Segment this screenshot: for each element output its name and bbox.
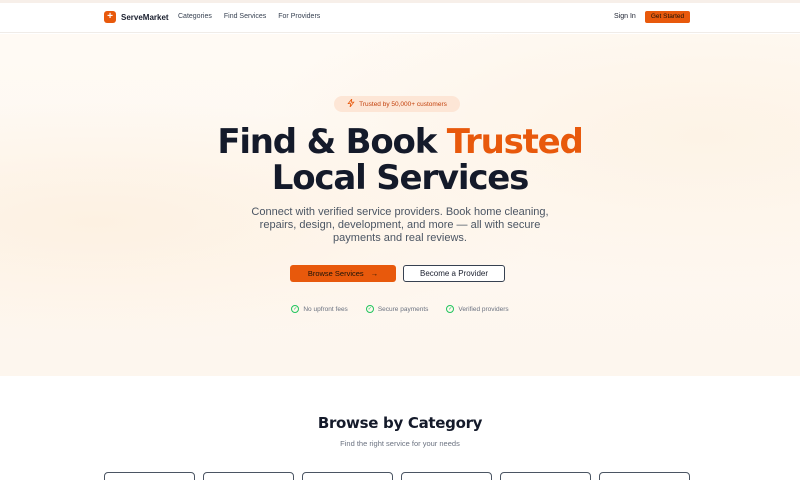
logo-icon: +: [104, 11, 116, 23]
category-card[interactable]: [401, 472, 492, 480]
brand-logo-link[interactable]: + ServeMarket: [104, 11, 169, 23]
categories-title: Browse by Category: [317, 414, 483, 432]
arrow-right-icon: →: [370, 269, 379, 278]
categories-subtitle: Find the right service for your needs: [340, 439, 460, 448]
become-provider-button[interactable]: Become a Provider: [403, 265, 505, 282]
trust-item-no-fees: ✓ No upfront fees: [291, 305, 348, 313]
headline-part-1: Find & Book: [217, 122, 447, 162]
check-circle-icon: ✓: [446, 305, 455, 313]
get-started-button[interactable]: Get Started: [645, 11, 690, 23]
hero-subtext: Connect with verified service providers.…: [251, 206, 549, 244]
category-card[interactable]: [203, 472, 294, 480]
nav-link-categories[interactable]: Categories: [178, 13, 212, 20]
trust-item-label: Secure payments: [377, 305, 429, 313]
headline-line-2: Local Services: [271, 158, 530, 198]
hero-section: [0, 34, 800, 376]
trust-points: ✓ No upfront fees ✓ Secure payments ✓ Ve…: [0, 305, 800, 313]
trust-item-label: Verified providers: [458, 305, 509, 313]
trust-badge-text: Trusted by 50,000+ customers: [359, 100, 447, 108]
headline-accent: Trusted: [446, 122, 584, 162]
nav-links: Categories Find Services For Providers: [178, 13, 320, 20]
nav-link-for-providers[interactable]: For Providers: [278, 13, 320, 20]
trust-item-verified-providers: ✓ Verified providers: [446, 305, 509, 313]
brand-name: ServeMarket: [121, 12, 169, 22]
nav-link-find-services[interactable]: Find Services: [224, 13, 266, 20]
top-navigation: + ServeMarket Categories Find Services F…: [0, 3, 800, 33]
category-card[interactable]: [104, 472, 195, 480]
category-card[interactable]: [500, 472, 591, 480]
browse-services-label: Browse Services: [307, 269, 364, 278]
category-card[interactable]: [599, 472, 690, 480]
browse-services-button[interactable]: Browse Services →: [290, 265, 396, 282]
trust-badge: Trusted by 50,000+ customers: [334, 96, 460, 112]
check-circle-icon: ✓: [365, 305, 374, 313]
category-card[interactable]: [302, 472, 393, 480]
category-cards: [104, 472, 690, 480]
hero-headline: Find & Book Trusted Local Services: [0, 124, 800, 196]
sign-in-link[interactable]: Sign In: [614, 13, 636, 20]
trust-item-secure-payments: ✓ Secure payments: [365, 305, 429, 313]
check-circle-icon: ✓: [291, 305, 300, 313]
trust-item-label: No upfront fees: [303, 305, 348, 313]
lightning-icon: [347, 98, 355, 109]
